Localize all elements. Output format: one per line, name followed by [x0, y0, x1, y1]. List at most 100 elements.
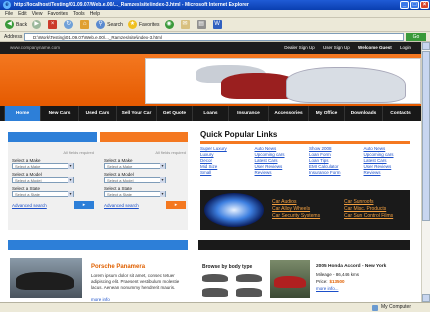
vertical-scrollbar[interactable]	[421, 42, 430, 302]
listing-car-image	[270, 260, 310, 298]
favorites-button[interactable]: ★ Favorites	[127, 20, 160, 29]
address-input[interactable]: D:\Work\Testing\01.09.07\Web.e.00\..._Ra…	[24, 33, 404, 41]
quick-link[interactable]: Decor	[200, 158, 247, 163]
quick-link[interactable]: Luxury	[200, 152, 247, 157]
print-button[interactable]: ▤	[196, 20, 208, 29]
close-button[interactable]: ×	[420, 1, 429, 9]
nav-accessories[interactable]: Accessories	[268, 106, 308, 121]
menu-file[interactable]: File	[5, 10, 13, 18]
quick-link[interactable]: Small	[200, 170, 247, 175]
maximize-button[interactable]: □	[410, 1, 419, 9]
accessory-link[interactable]: Car Sunroofs	[344, 199, 393, 205]
nav-contacts[interactable]: Contacts	[382, 106, 418, 121]
wagon-body-icon[interactable]	[236, 288, 262, 297]
user-signup-link[interactable]: User Sign Up	[323, 45, 350, 50]
accessory-link[interactable]: Car Audios	[272, 199, 320, 205]
quick-link[interactable]: Upcoming cars	[364, 152, 411, 157]
listing-mileage: Mileage - 86,446 kms	[316, 272, 360, 277]
menu-tools[interactable]: Tools	[73, 10, 85, 18]
dealer-signup-link[interactable]: Dealer Sign Up	[284, 45, 315, 50]
quick-link[interactable]: Latest Cars	[255, 158, 302, 163]
nav-sell-your-car[interactable]: Sell Your Car	[116, 106, 156, 121]
edit-icon: W	[212, 20, 222, 29]
nav-used-cars[interactable]: Used Cars	[78, 106, 116, 121]
quick-link[interactable]: Upcoming cars	[255, 152, 302, 157]
menu-edit[interactable]: Edit	[18, 10, 27, 18]
state-select[interactable]: Select a State	[104, 191, 166, 197]
nav-downloads[interactable]: Downloads	[344, 106, 382, 121]
search-panel-2-header	[100, 132, 188, 142]
status-bar: My Computer	[0, 302, 430, 312]
minimize-button[interactable]: _	[400, 1, 409, 9]
search-go-button[interactable]: ▸	[166, 201, 186, 209]
advanced-search-link[interactable]: Advanced search	[12, 203, 47, 208]
white-car-shape	[286, 67, 406, 103]
home-button[interactable]: ⌂	[80, 20, 91, 29]
accessory-link[interactable]: Car Sun Control Films	[344, 213, 393, 219]
go-button[interactable]: Go	[406, 33, 426, 41]
nav-new-cars[interactable]: New Cars	[40, 106, 78, 121]
stop-button[interactable]: ×	[48, 20, 59, 29]
nav-my-office[interactable]: My Office	[308, 106, 344, 121]
quick-link[interactable]: Super Luxury	[200, 146, 247, 151]
scroll-up-arrow[interactable]	[422, 42, 430, 50]
quick-link[interactable]: Show 2008	[309, 146, 356, 151]
quick-link[interactable]: Auto News	[255, 146, 302, 151]
quick-link[interactable]: Loan Form	[309, 152, 356, 157]
media-icon: ◉	[164, 20, 174, 29]
mail-button[interactable]: ✉	[180, 20, 192, 29]
quick-link[interactable]: Auto News	[364, 146, 411, 151]
featured-car-image	[10, 258, 82, 298]
nav-home[interactable]: Home	[4, 106, 40, 121]
accessory-link[interactable]: Car Security Systems	[272, 213, 320, 219]
refresh-button[interactable]: ↻	[64, 20, 75, 29]
search-button[interactable]: ⚲ Search	[96, 20, 123, 29]
scroll-down-arrow[interactable]	[422, 294, 430, 302]
address-bar: Address D:\Work\Testing\01.09.07\Web.e.0…	[0, 32, 430, 42]
forward-arrow-icon: ▶	[32, 20, 42, 29]
coupe-body-icon[interactable]	[236, 274, 262, 282]
search-icon: ⚲	[96, 20, 106, 29]
suv-body-icon[interactable]	[202, 288, 228, 297]
page-viewport: www.companyname.com Dealer Sign Up User …	[0, 42, 421, 302]
quick-link[interactable]: User Reviews	[255, 164, 302, 169]
accessory-link[interactable]: Car Alloy Wheels	[272, 206, 320, 212]
menu-bar: File Edit View Favorites Tools Help	[0, 10, 430, 18]
state-select[interactable]: Select a State	[12, 191, 74, 197]
quick-link[interactable]: Reviews	[255, 170, 302, 175]
advanced-search-link[interactable]: Advanced search	[104, 203, 139, 208]
quick-link[interactable]: Latest Cars	[364, 158, 411, 163]
menu-favorites[interactable]: Favorites	[47, 10, 68, 18]
sedan-body-icon[interactable]	[202, 274, 228, 282]
nav-get-quote[interactable]: Get Quote	[156, 106, 192, 121]
search-panel-2: All fields required Select a Make Select…	[104, 150, 186, 209]
quick-link[interactable]: Insurance Form	[309, 170, 356, 175]
quick-links-title: Quick Popular Links	[200, 130, 278, 139]
login-link[interactable]: Login	[400, 45, 411, 50]
status-zone: My Computer	[381, 304, 412, 310]
menu-view[interactable]: View	[32, 10, 43, 18]
scroll-thumb[interactable]	[422, 51, 430, 221]
listing-price: $13500	[329, 279, 345, 284]
mail-icon: ✉	[180, 20, 190, 29]
quick-link[interactable]: Mid Size	[200, 164, 247, 169]
make-select[interactable]: Select a Make	[12, 163, 74, 169]
make-select[interactable]: Select a Make	[104, 163, 166, 169]
quick-link[interactable]: Loan Tips	[309, 158, 356, 163]
back-button[interactable]: ◀ Back	[5, 20, 27, 29]
forward-button[interactable]: ▶	[32, 20, 43, 29]
featured-text: Lorem ipsum dolor sit amet, consec tetue…	[91, 273, 180, 290]
quick-link[interactable]: User Reviews	[364, 164, 411, 169]
media-button[interactable]: ◉	[164, 20, 176, 29]
accessory-link[interactable]: Car Misc. Products	[344, 206, 393, 212]
edit-button[interactable]: W	[212, 20, 224, 29]
nav-loans[interactable]: Loans	[192, 106, 228, 121]
quick-link[interactable]: Reviews	[364, 170, 411, 175]
model-select[interactable]: Select a Model	[12, 177, 74, 183]
model-select[interactable]: Select a Model	[104, 177, 166, 183]
listing-more-link[interactable]: more info...	[316, 286, 339, 291]
search-go-button[interactable]: ▸	[74, 201, 94, 209]
nav-insurance[interactable]: Insurance	[228, 106, 268, 121]
menu-help[interactable]: Help	[90, 10, 100, 18]
quick-link[interactable]: EMI Calculator	[309, 164, 356, 169]
